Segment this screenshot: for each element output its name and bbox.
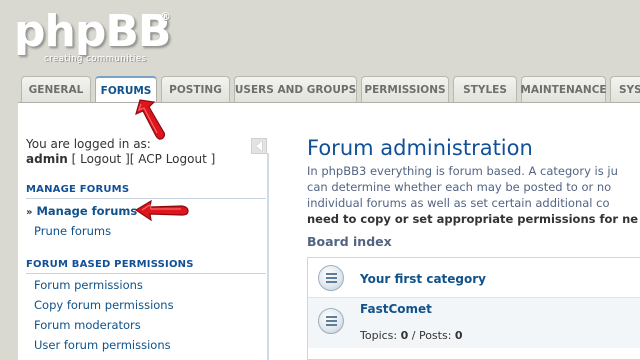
intro-strong-line: need to copy or set appropriate permissi… [307,212,639,226]
sidebar-item-prune-forums[interactable]: Prune forums [34,224,111,238]
page-title: Forum administration [307,136,533,160]
intro-line: In phpBB3 everything is forum based. A c… [307,164,618,178]
sidebar-item-user-forum-permissions[interactable]: User forum permissions [34,338,171,352]
forum-stats: Topics: 0 / Posts: 0 [360,329,463,342]
posts-count: 0 [454,329,463,342]
collapse-sidebar-button[interactable] [251,138,267,154]
sidebar-item-manage-forums[interactable]: » Manage forums [26,204,137,218]
arrow-left-icon [256,141,262,151]
sidebar-divider [267,153,269,360]
tab-posting[interactable]: POSTING [161,76,230,102]
tab-maintenance[interactable]: MAINTENANCE [520,76,607,102]
section-heading-forum-permissions: FORUM BASED PERMISSIONS [26,259,266,274]
phpbb-logo: phpBB ® creating communities [14,8,174,70]
intro-line: can determine whether each may be posted… [307,180,612,194]
forum-list: Your first category FastComet Topics: 0 … [307,257,640,360]
forum-row: FastComet Topics: 0 / Posts: 0 [308,298,640,348]
sidebar-item-forum-permissions[interactable]: Forum permissions [34,278,143,292]
tab-users-and-groups[interactable]: USERS AND GROUPS [234,76,357,102]
main-tabs: GENERAL FORUMS POSTING USERS AND GROUPS … [21,76,640,103]
tab-permissions[interactable]: PERMISSIONS [361,76,449,102]
login-links: admin [ Logout ][ ACP Logout ] [26,152,215,166]
intro-line: individual forums as well as set certain… [307,196,610,210]
section-heading-manage-forums: MANAGE FORUMS [26,184,266,199]
bracket-mid: ][ [121,152,139,166]
annotation-arrow-up-icon [135,99,166,140]
topics-label: Topics: [360,329,401,342]
sidebar-item-label: Manage forums [36,204,138,218]
intro-text: In phpBB3 everything is forum based. A c… [307,163,640,227]
logout-link[interactable]: Logout [80,152,121,166]
logo-tagline: creating communities [44,54,147,64]
active-bullet-icon: » [26,207,33,218]
acp-logout-link[interactable]: ACP Logout [138,152,207,166]
bracket-open: [ [67,152,81,166]
tab-styles[interactable]: STYLES [453,76,517,102]
sidebar-item-copy-forum-permissions[interactable]: Copy forum permissions [34,298,174,312]
tab-system[interactable]: SYS [610,76,640,102]
tab-general[interactable]: GENERAL [21,76,91,102]
logo-wordmark: phpBB [14,6,171,57]
posts-label: / Posts: [408,329,455,342]
username: admin [26,152,68,166]
category-row: Your first category [308,258,640,298]
category-link[interactable]: Your first category [360,272,486,286]
logo-registered-mark: ® [160,10,171,23]
bracket-close: ] [206,152,216,166]
forum-link[interactable]: FastComet [360,302,432,316]
breadcrumb-board-index[interactable]: Board index [307,234,392,249]
forum-folder-icon [318,308,344,334]
annotation-arrow-left-icon [134,199,189,222]
sidebar-item-forum-moderators[interactable]: Forum moderators [34,318,141,332]
category-folder-icon [318,265,344,291]
